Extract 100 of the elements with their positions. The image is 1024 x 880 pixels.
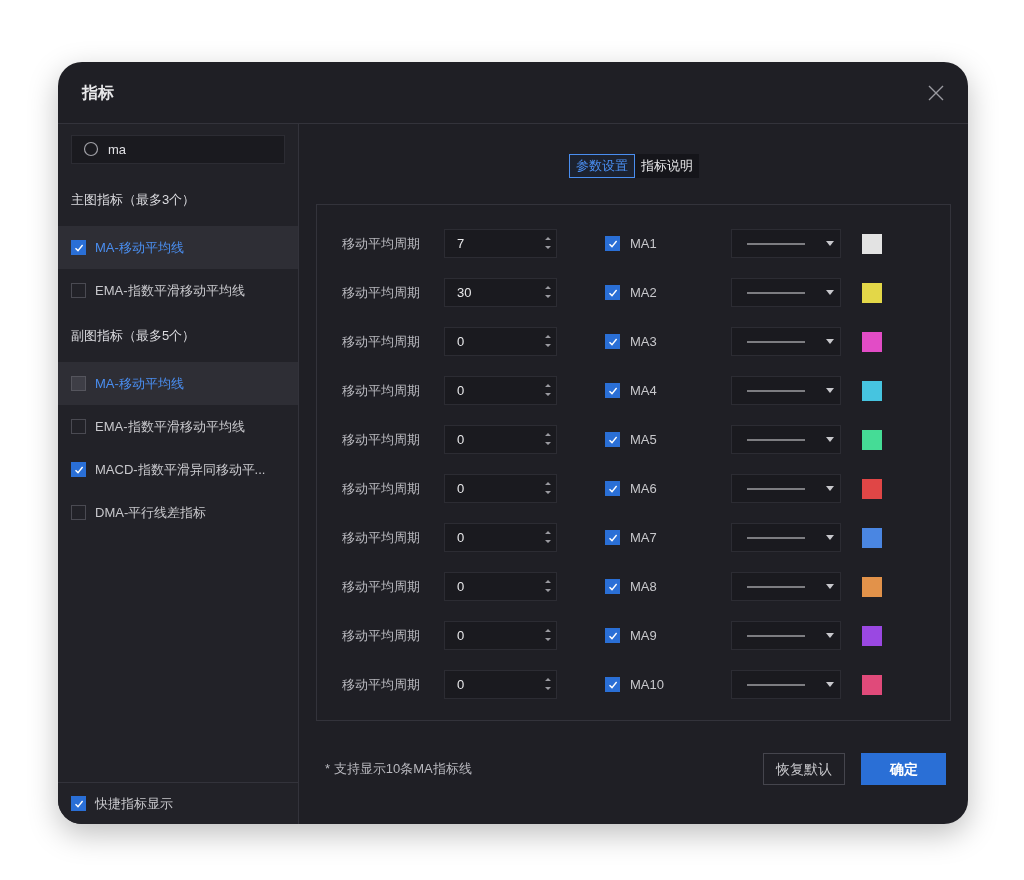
ma-label: MA6 [630, 479, 657, 498]
line-style-icon [747, 487, 805, 490]
ma-label: MA1 [630, 234, 657, 253]
color-swatch[interactable] [862, 233, 882, 254]
indicator-item[interactable]: MA-移动平均线 [58, 362, 298, 405]
checkbox[interactable] [71, 462, 86, 477]
tab[interactable]: 参数设置 [568, 154, 635, 178]
color-swatch[interactable] [862, 674, 882, 695]
number-input[interactable]: 7 [444, 229, 557, 258]
number-input[interactable]: 0 [444, 474, 557, 503]
number-input[interactable]: 0 [444, 425, 557, 454]
color-swatch[interactable] [862, 527, 882, 548]
caret-icon [826, 486, 834, 491]
reset-button[interactable]: 恢复默认 [763, 753, 845, 785]
period-label: 移动平均周期 [342, 430, 421, 449]
line-style-select[interactable] [731, 278, 841, 307]
checkbox[interactable] [71, 283, 86, 298]
search-icon [83, 141, 99, 157]
checkbox[interactable] [71, 505, 86, 520]
color-swatch[interactable] [862, 576, 882, 597]
line-style-select[interactable] [731, 621, 841, 650]
indicator-label: MA-移动平均线 [95, 238, 184, 257]
checkbox[interactable] [71, 419, 86, 434]
checkbox[interactable] [605, 481, 620, 496]
line-style-select[interactable] [731, 523, 841, 552]
checkbox[interactable] [605, 628, 620, 643]
color-swatch[interactable] [862, 429, 882, 450]
caret-icon [826, 682, 834, 687]
checkbox[interactable] [71, 796, 86, 811]
caret-icon [826, 584, 834, 589]
confirm-button[interactable]: 确定 [861, 753, 946, 785]
number-input[interactable]: 0 [444, 621, 557, 650]
color-swatch[interactable] [862, 478, 882, 499]
color-swatch[interactable] [862, 625, 882, 646]
line-style-select[interactable] [731, 229, 841, 258]
footnote: * 支持显示10条MA指标线 [325, 760, 472, 779]
period-label: 移动平均周期 [342, 283, 421, 302]
tab[interactable]: 指标说明 [634, 154, 699, 178]
line-style-icon [747, 585, 805, 588]
checkbox[interactable] [605, 383, 620, 398]
checkbox[interactable] [605, 285, 620, 300]
number-input[interactable]: 30 [444, 278, 557, 307]
color-swatch[interactable] [862, 380, 882, 401]
number-input[interactable]: 0 [444, 376, 557, 405]
checkbox[interactable] [605, 236, 620, 251]
period-label: 移动平均周期 [342, 577, 421, 596]
line-style-select[interactable] [731, 670, 841, 699]
checkbox[interactable] [605, 432, 620, 447]
number-input[interactable]: 0 [444, 523, 557, 552]
checkbox[interactable] [605, 579, 620, 594]
quick-display-label: 快捷指标显示 [95, 794, 173, 813]
search-field[interactable]: ma [71, 135, 285, 164]
line-style-select[interactable] [731, 572, 841, 601]
indicator-label: MACD-指数平滑异同移动平... [95, 460, 266, 479]
line-style-select[interactable] [731, 425, 841, 454]
line-style-select[interactable] [731, 474, 841, 503]
indicator-item[interactable]: DMA-平行线差指标 [58, 491, 298, 534]
check-icon [607, 385, 618, 396]
indicator-label: EMA-指数平滑移动平均线 [95, 417, 245, 436]
checkbox[interactable] [71, 376, 86, 391]
line-style-icon [747, 438, 805, 441]
number-input[interactable]: 0 [444, 327, 557, 356]
check-icon [607, 532, 618, 543]
period-label: 移动平均周期 [342, 234, 421, 253]
indicator-label: EMA-指数平滑移动平均线 [95, 281, 245, 300]
indicator-item[interactable]: EMA-指数平滑移动平均线 [58, 405, 298, 448]
indicator-item[interactable]: MA-移动平均线 [58, 226, 298, 269]
line-style-icon [747, 340, 805, 343]
indicator-item[interactable]: MACD-指数平滑异同移动平... [58, 448, 298, 491]
number-input[interactable]: 0 [444, 572, 557, 601]
line-style-select[interactable] [731, 327, 841, 356]
check-icon [607, 238, 618, 249]
period-label: 移动平均周期 [342, 675, 421, 694]
checkbox[interactable] [605, 677, 620, 692]
checkbox[interactable] [605, 530, 620, 545]
indicator-label: DMA-平行线差指标 [95, 503, 207, 522]
line-style-icon [747, 291, 805, 294]
group-heading: 副图指标（最多5个） [71, 326, 196, 345]
period-label: 移动平均周期 [342, 332, 421, 351]
check-icon [73, 798, 84, 809]
ma-label: MA3 [630, 332, 657, 351]
line-style-icon [747, 389, 805, 392]
caret-icon [826, 339, 834, 344]
checkbox[interactable] [605, 334, 620, 349]
caret-icon [826, 633, 834, 638]
check-icon [607, 581, 618, 592]
number-input[interactable]: 0 [444, 670, 557, 699]
color-swatch[interactable] [862, 331, 882, 352]
line-style-icon [747, 634, 805, 637]
color-swatch[interactable] [862, 282, 882, 303]
line-style-icon [747, 242, 805, 245]
check-icon [607, 630, 618, 641]
indicator-item[interactable]: EMA-指数平滑移动平均线 [58, 269, 298, 312]
checkbox[interactable] [71, 240, 86, 255]
group-heading: 主图指标（最多3个） [71, 190, 196, 209]
check-icon [607, 336, 618, 347]
period-label: 移动平均周期 [342, 381, 421, 400]
caret-icon [826, 535, 834, 540]
line-style-select[interactable] [731, 376, 841, 405]
close-icon[interactable] [928, 84, 944, 101]
